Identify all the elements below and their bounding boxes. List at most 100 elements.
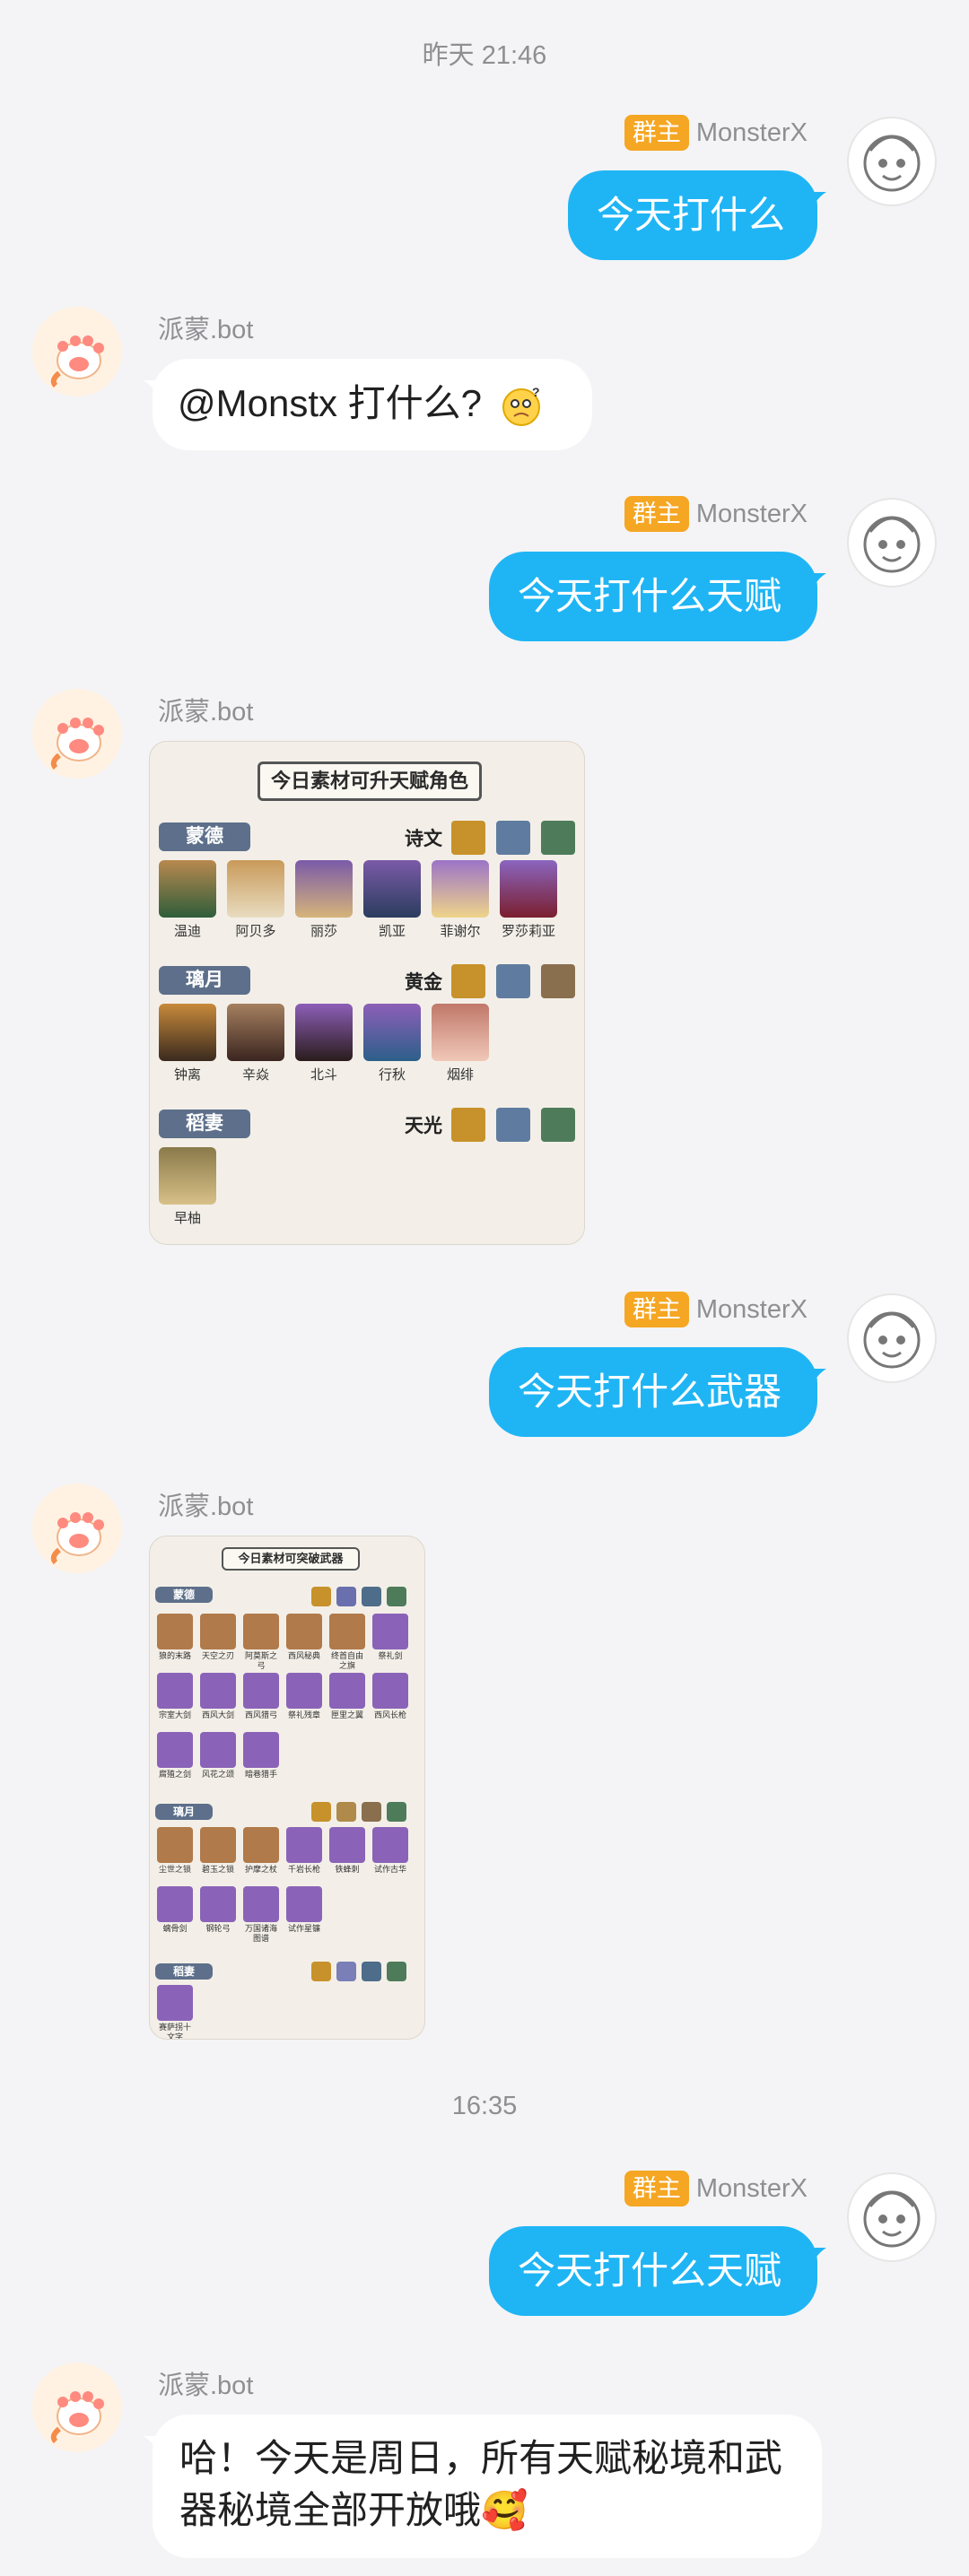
user-avatar[interactable]: [847, 2172, 937, 2262]
owner-badge: 群主: [624, 115, 689, 151]
character-portrait: [159, 1004, 216, 1061]
user-avatar[interactable]: [847, 117, 937, 206]
weapon-name: 匣里之翼: [330, 1710, 363, 1719]
scroll-material-icon: [541, 821, 575, 855]
weapon-cell: 祭礼残章: [284, 1673, 324, 1720]
weapon-cell: 护摩之杖: [241, 1827, 281, 1875]
character-name: 罗莎莉亚: [501, 924, 555, 939]
weapon-cell: 西风大剑: [198, 1673, 238, 1720]
weapon-cell: 赛萨拐十文字: [155, 1985, 195, 2040]
weapon-name: 腐殖之剑: [158, 1770, 191, 1779]
weapon-icon: [200, 1732, 236, 1768]
weapon-icon: [286, 1673, 322, 1709]
weapon-icon: [329, 1614, 365, 1649]
weapon-cell: 暗巷猎手: [241, 1732, 281, 1780]
image-title: 今日素材可升天赋角色: [258, 761, 482, 801]
user-avatar[interactable]: [847, 498, 937, 587]
owner-badge: 群主: [624, 496, 689, 532]
character-name: 北斗: [310, 1067, 337, 1083]
timestamp: 昨天 21:46: [422, 41, 547, 70]
weapon-icon: [372, 1827, 408, 1863]
bot-avatar[interactable]: [32, 307, 122, 396]
character-portrait: [159, 860, 216, 918]
region-tag: 蒙德: [159, 822, 250, 851]
bot-avatar[interactable]: [32, 1484, 122, 1573]
weapon-name: 碧玉之锁: [201, 1865, 234, 1874]
weapon-name: 铁蜂刺: [335, 1865, 360, 1874]
book-label: 天光: [405, 1116, 442, 1136]
character-name: 菲谢尔: [440, 924, 481, 939]
bubble-tail-icon: [144, 380, 170, 407]
weapon-icon: [329, 1827, 365, 1863]
weapon-icon: [157, 1614, 193, 1649]
sender-name: MonsterX: [695, 2173, 808, 2203]
bubble-tail-icon: [799, 192, 826, 219]
character-name: 钟离: [173, 1067, 201, 1083]
region-tag: 璃月: [159, 966, 250, 995]
talent-materials-image[interactable]: 今日素材可升天赋角色 蒙德 诗文 温迪 阿贝多 丽莎 凯亚 菲谢尔 罗莎莉亚 璃…: [149, 741, 585, 1245]
message-bubble[interactable]: @Monstx 打什么? ?: [144, 359, 592, 450]
weapon-icon: [200, 1673, 236, 1709]
sender-name: 派蒙.bot: [158, 698, 254, 727]
weapon-cell: 西风秘典: [284, 1614, 324, 1661]
scroll-material-icon: [451, 964, 485, 998]
character-name: 行秋: [378, 1067, 406, 1083]
paw-icon: [32, 2363, 122, 2452]
character-portrait: [295, 860, 353, 918]
bot-avatar[interactable]: [32, 2363, 122, 2452]
message-text: 哈！今天是周日，所有天赋秘境和武器秘境全部开放哦🥰: [179, 2437, 783, 2531]
weapon-cell: 钢轮弓: [198, 1886, 238, 1934]
character-cell: 行秋: [363, 1004, 421, 1083]
weapon-name: 赛萨拐十文字: [158, 2023, 191, 2040]
weapon-cell: 天空之刃: [198, 1614, 238, 1661]
character-portrait: [363, 1004, 421, 1061]
weapon-cell: 万国诸海图谱: [241, 1886, 281, 1944]
paw-icon: [32, 689, 122, 779]
weapon-materials-image[interactable]: 今日素材可突破武器 蒙德 狼的末路 天空之刃 阿莫斯之弓 西风秘典 终首自由之旗…: [149, 1536, 425, 2040]
character-cell: 阿贝多: [227, 860, 284, 940]
character-cell: 钟离: [159, 1004, 216, 1083]
user-avatar[interactable]: [847, 1293, 937, 1383]
weapon-name: 祭礼剑: [378, 1651, 403, 1660]
weapon-material-icon: [311, 1587, 331, 1606]
message-bubble[interactable]: 今天打什么武器: [489, 1347, 826, 1437]
timestamp: 16:35: [451, 2092, 518, 2120]
character-cell: 早柚: [159, 1147, 216, 1227]
weapon-cell: 试作星镰: [284, 1886, 324, 1934]
bubble-tail-icon: [799, 1369, 826, 1396]
message-bubble[interactable]: 今天打什么天赋: [489, 2226, 826, 2316]
sketch-face-icon: [863, 516, 921, 573]
message-bubble[interactable]: 今天打什么: [568, 170, 826, 260]
weapon-material-icon: [362, 1962, 381, 1981]
weapon-icon: [157, 1732, 193, 1768]
scroll-material-icon: [541, 1108, 575, 1142]
weapon-icon: [286, 1886, 322, 1922]
weapon-name: 狼的末路: [158, 1651, 191, 1660]
character-name: 温迪: [173, 924, 201, 939]
weapon-icon: [200, 1827, 236, 1863]
sketch-face-icon: [863, 1311, 921, 1369]
weapon-icon: [329, 1673, 365, 1709]
character-name: 烟绯: [446, 1067, 474, 1083]
weapon-material-icon: [336, 1962, 356, 1981]
weapon-material-icon: [387, 1962, 406, 1981]
message-bubble[interactable]: 哈！今天是周日，所有天赋秘境和武器秘境全部开放哦🥰: [144, 2415, 822, 2558]
weapon-material-icon: [362, 1802, 381, 1822]
weapon-cell: 腐殖之剑: [155, 1732, 195, 1780]
weapon-cell: 终首自由之旗: [327, 1614, 367, 1671]
weapon-icon: [372, 1673, 408, 1709]
weapon-icon: [372, 1614, 408, 1649]
sender-name: 派蒙.bot: [158, 316, 254, 344]
bot-avatar[interactable]: [32, 689, 122, 779]
sender-name: MonsterX: [695, 499, 808, 528]
sender-name-row: 群主 MonsterX: [624, 2171, 808, 2206]
weapon-cell: 西风猎弓: [241, 1673, 281, 1720]
weapon-name: 千岩长枪: [287, 1865, 320, 1874]
owner-badge: 群主: [624, 2171, 689, 2206]
message-text: 今天打什么天赋: [518, 2250, 782, 2292]
paw-icon: [32, 1484, 122, 1573]
message-text: @Monstx 打什么?: [178, 382, 483, 424]
message-bubble[interactable]: 今天打什么天赋: [489, 552, 826, 641]
weapon-name: 西风大剑: [201, 1710, 234, 1719]
weapon-name: 万国诸海图谱: [244, 1924, 277, 1943]
